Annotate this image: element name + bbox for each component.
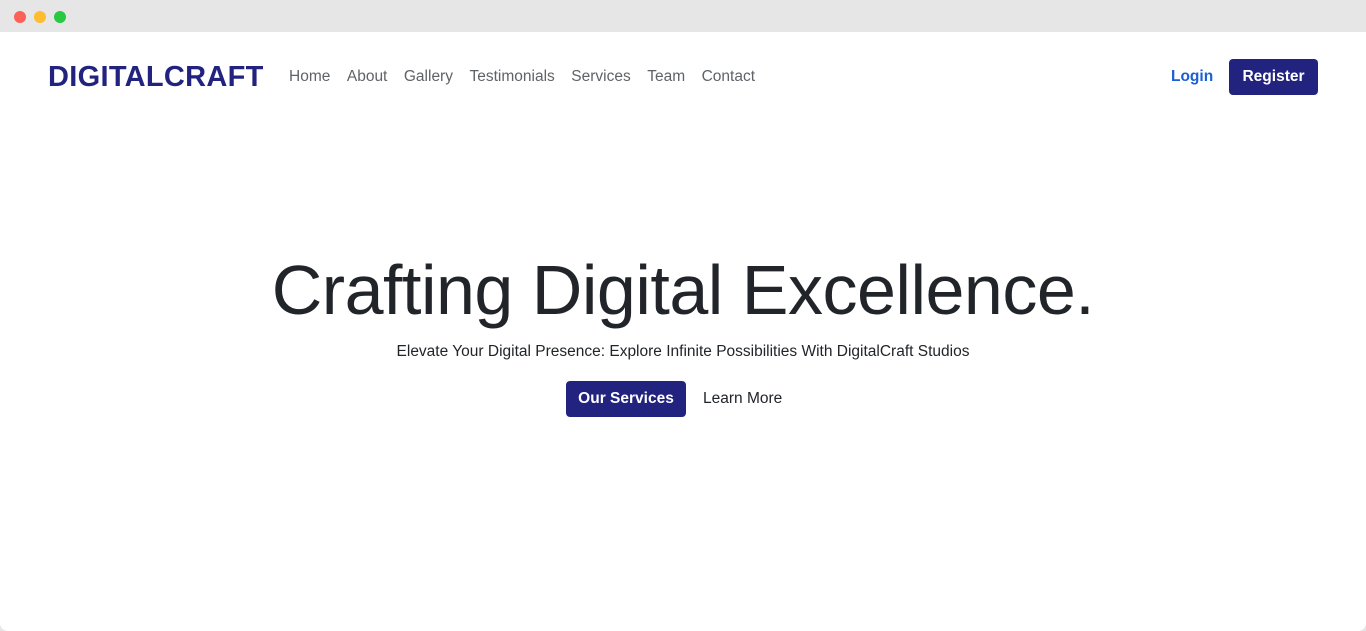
maximize-window-button[interactable] [54,11,66,23]
page-viewport: Crafting Digital Excellence. Elevate You… [0,32,1366,631]
browser-window: Crafting Digital Excellence. Elevate You… [0,0,1366,631]
hero-subtitle: Elevate Your Digital Presence: Explore I… [396,343,970,360]
nav-item-about[interactable]: About [347,66,388,88]
nav-item-team[interactable]: Team [647,66,685,88]
nav-item-services[interactable]: Services [571,66,630,88]
nav-links: Home About Gallery Testimonials Services… [289,66,772,88]
hero-title: Crafting Digital Excellence. [271,251,1095,329]
our-services-button[interactable]: Our Services [566,381,686,417]
close-window-button[interactable] [14,11,26,23]
hero-actions: Our Services Learn More [566,381,782,417]
learn-more-link[interactable]: Learn More [703,381,782,417]
nav-item-gallery[interactable]: Gallery [404,66,453,88]
navbar: DIGITALCRAFT Home About Gallery Testimon… [0,32,1366,122]
minimize-window-button[interactable] [34,11,46,23]
nav-item-home[interactable]: Home [289,66,330,88]
brand-logo[interactable]: DIGITALCRAFT [48,59,264,95]
login-link[interactable]: Login [1171,66,1213,88]
register-button[interactable]: Register [1229,59,1318,95]
nav-item-testimonials[interactable]: Testimonials [469,66,554,88]
nav-item-contact[interactable]: Contact [702,66,755,88]
window-titlebar [0,0,1366,32]
